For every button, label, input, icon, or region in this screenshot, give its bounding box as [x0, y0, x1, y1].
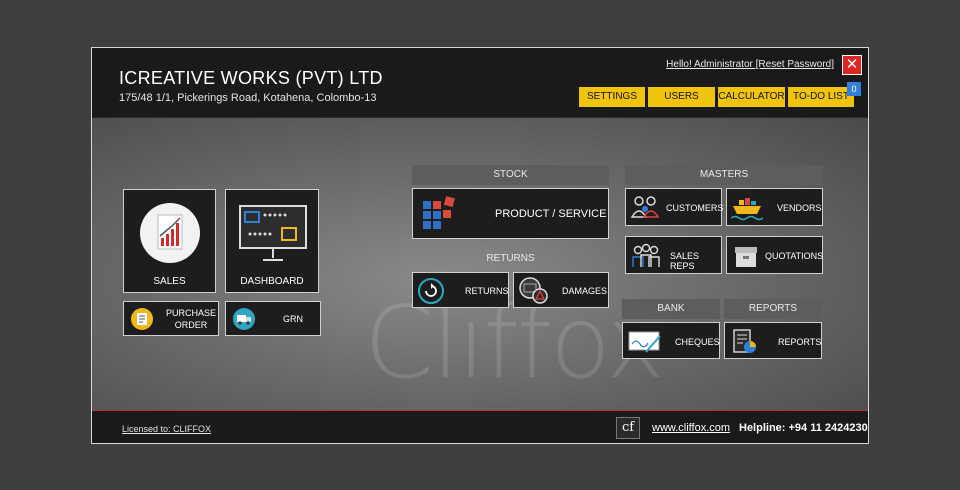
company-address: 175/48 1/1, Pickerings Road, Kotahena, C…: [119, 92, 377, 104]
delivery-truck-icon: [233, 308, 255, 330]
stock-section-header: STOCK: [412, 165, 609, 185]
cheque-icon: [628, 331, 661, 353]
website-link[interactable]: www.cliffox.com: [652, 422, 730, 434]
sales-label: SALES: [153, 276, 186, 287]
footer-bar: Licensed to: CLIFFOX cf www.cliffox.com …: [92, 410, 868, 443]
product-blocks-icon: [423, 196, 455, 229]
damages-warning-icon: [519, 277, 548, 304]
customers-tile[interactable]: CUSTOMERS: [625, 188, 724, 226]
reports-document-icon: [733, 329, 756, 353]
sales-tile[interactable]: SALES: [123, 189, 216, 293]
purchase-order-icon: [131, 308, 153, 330]
reports-tile[interactable]: REPORTS: [724, 322, 822, 359]
masters-section-header: MASTERS: [625, 165, 823, 185]
company-name: ICREATIVE WORKS (PVT) LTD: [119, 68, 383, 88]
header-bar: ICREATIVE WORKS (PVT) LTD 175/48 1/1, Pi…: [92, 48, 868, 118]
purchase-order-label-line1: PURCHASE: [165, 308, 216, 318]
purchase-order-label-line2: ORDER: [174, 320, 208, 330]
grn-tile[interactable]: GRN: [225, 301, 321, 336]
returns-label: RETURNS: [465, 286, 509, 296]
sales-reps-tile[interactable]: SALES REPS: [625, 236, 722, 274]
damages-tile[interactable]: DAMAGES: [513, 272, 609, 308]
customers-label: CUSTOMERS: [666, 203, 724, 213]
sales-reps-label: SALES REPS: [670, 251, 700, 271]
dashboard-label: DASHBOARD: [240, 276, 304, 287]
quotations-box-icon: [735, 247, 757, 267]
bank-section-header: BANK: [622, 299, 720, 319]
customers-people-icon: [630, 196, 660, 218]
reset-password-link[interactable]: Hello! Administrator [Reset Password]: [666, 59, 834, 70]
settings-button[interactable]: SETTINGS: [579, 87, 645, 107]
cheques-tile[interactable]: CHEQUES: [622, 322, 720, 359]
returns-tile[interactable]: RETURNS: [412, 272, 509, 308]
dashboard-tile[interactable]: DASHBOARD: [225, 189, 319, 293]
main-window: ICREATIVE WORKS (PVT) LTD 175/48 1/1, Pi…: [91, 47, 869, 444]
vendors-label: VENDORS: [777, 203, 822, 213]
helpline-text: Helpline: +94 11 2424230: [739, 422, 868, 434]
product-service-tile[interactable]: PRODUCT / SERVICE: [412, 188, 609, 239]
returns-section-header: RETURNS: [486, 253, 535, 264]
quotations-label: QUOTATIONS: [765, 251, 824, 261]
quotations-tile[interactable]: QUOTATIONS: [726, 236, 823, 274]
close-button[interactable]: ✕: [842, 55, 862, 75]
purchase-order-tile[interactable]: PURCHASE ORDER: [123, 301, 219, 336]
sales-chart-icon: [140, 203, 200, 263]
users-button[interactable]: USERS: [648, 87, 715, 107]
main-area: Cliffox SALES DASHBOARD PURCHASE ORDER G…: [92, 118, 868, 410]
cheques-label: CHEQUES: [675, 337, 720, 347]
vendors-ship-icon: [731, 198, 763, 221]
damages-label: DAMAGES: [562, 286, 608, 296]
calculator-button[interactable]: CALCULATOR: [718, 87, 785, 107]
reports-section-header: REPORTS: [724, 299, 822, 319]
cliffox-logo: cf: [616, 417, 640, 439]
vendors-tile[interactable]: VENDORS: [726, 188, 823, 226]
todo-list-button[interactable]: TO-DO LIST: [788, 87, 854, 107]
dashboard-screen-icon: [239, 205, 307, 261]
sales-reps-group-icon: [632, 243, 660, 267]
product-service-label: PRODUCT / SERVICE: [495, 208, 607, 220]
grn-label: GRN: [283, 314, 303, 324]
todo-count-badge: 0: [847, 82, 861, 96]
license-text: Licensed to: CLIFFOX: [122, 424, 212, 434]
reports-label: REPORTS: [778, 337, 822, 347]
returns-refresh-icon: [418, 278, 444, 304]
